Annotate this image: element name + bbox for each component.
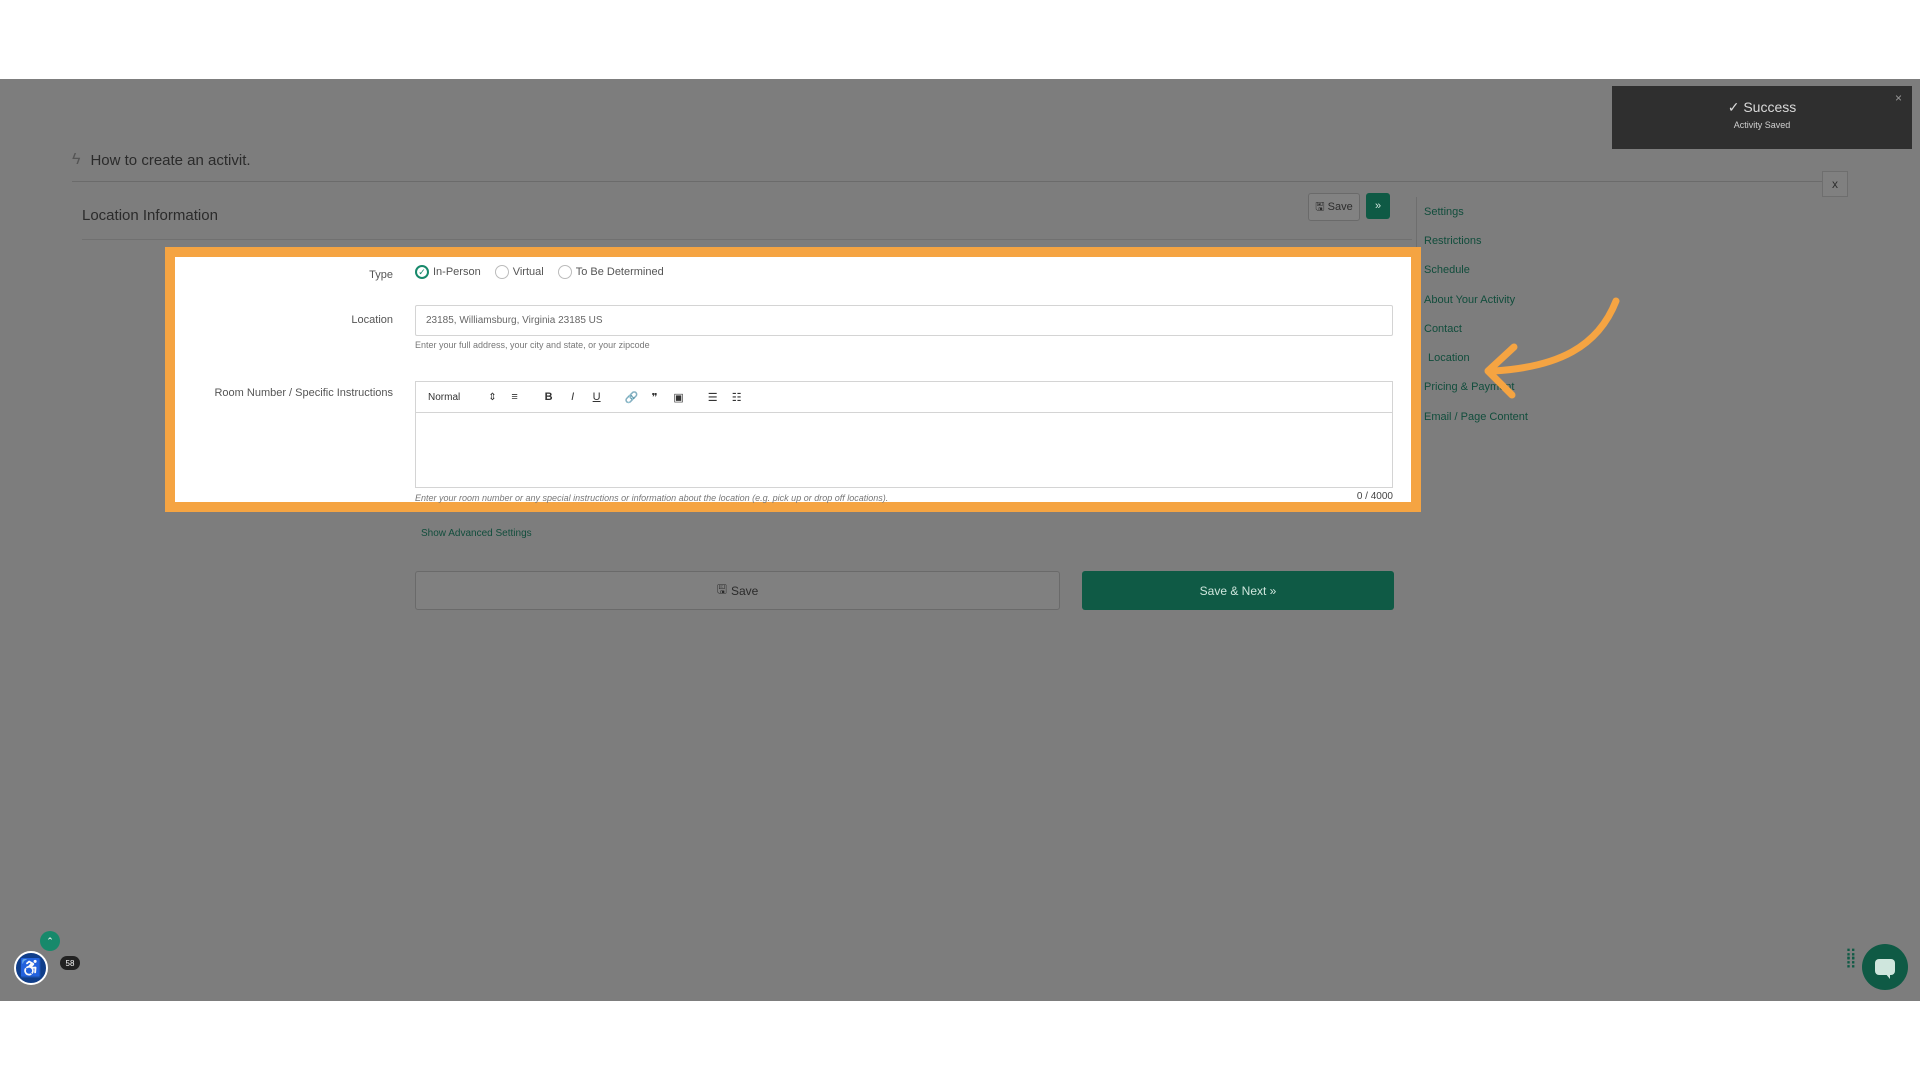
title-divider bbox=[72, 181, 1822, 182]
section-title: Location Information bbox=[82, 207, 218, 224]
bold-icon[interactable]: B bbox=[543, 391, 555, 403]
nav-item-schedule[interactable]: Schedule bbox=[1424, 264, 1470, 276]
toast-message: Activity Saved bbox=[1733, 120, 1791, 130]
underline-icon[interactable]: U bbox=[591, 391, 603, 403]
radio-virtual[interactable]: Virtual bbox=[494, 265, 544, 279]
radio-unchecked-icon bbox=[494, 265, 509, 279]
chat-bubble-icon bbox=[1875, 959, 1895, 979]
chat-button[interactable] bbox=[1862, 944, 1908, 990]
room-editor: Normal ⇕ ≡ B I U 🔗 ❞ ▣ ☰ ☷ bbox=[415, 381, 1393, 488]
text-style-select[interactable]: Normal ⇕ bbox=[428, 392, 497, 403]
room-help: Enter your room number or any special in… bbox=[415, 493, 889, 503]
top-save-button[interactable]: 🖫 Save bbox=[1308, 193, 1360, 221]
nav-item-settings[interactable]: Settings bbox=[1424, 206, 1464, 218]
radio-checked-icon: ✓ bbox=[415, 265, 429, 279]
page-title: How to create an activit. bbox=[90, 151, 251, 169]
align-icon[interactable]: ≡ bbox=[509, 391, 521, 403]
top-next-button[interactable]: » bbox=[1366, 193, 1390, 219]
notification-count-badge: 58 bbox=[60, 956, 80, 970]
bullet-list-icon[interactable]: ☷ bbox=[731, 391, 743, 404]
radio-in-person[interactable]: ✓ In-Person bbox=[415, 265, 481, 279]
success-toast: × ✓ Success Activity Saved bbox=[1612, 86, 1912, 149]
link-icon[interactable]: 🔗 bbox=[625, 391, 639, 404]
annotation-arrow-icon bbox=[1484, 297, 1620, 399]
room-label: Room Number / Specific Instructions bbox=[214, 387, 393, 399]
nav-item-email[interactable]: Email / Page Content bbox=[1424, 411, 1528, 423]
type-label: Type bbox=[369, 269, 393, 281]
save-button[interactable]: 🖫 Save bbox=[415, 571, 1060, 610]
radio-tbd[interactable]: To Be Determined bbox=[557, 265, 664, 279]
character-counter: 0 / 4000 bbox=[1356, 491, 1393, 502]
editor-content-area[interactable] bbox=[416, 413, 1392, 489]
nav-item-contact[interactable]: Contact bbox=[1424, 323, 1462, 335]
check-circle-icon: ✓ bbox=[1727, 99, 1740, 115]
app-badge-icon[interactable]: ⌃ bbox=[40, 931, 60, 951]
toast-close-icon[interactable]: × bbox=[1895, 91, 1902, 105]
quote-icon[interactable]: ❞ bbox=[649, 391, 661, 404]
nav-item-location[interactable]: Location bbox=[1428, 352, 1470, 364]
nav-item-restrictions[interactable]: Restrictions bbox=[1424, 235, 1481, 247]
select-arrows-icon: ⇕ bbox=[488, 391, 497, 403]
dimmed-app-area: × ✓ Success Activity Saved ϟ How to crea… bbox=[0, 79, 1920, 1001]
location-label: Location bbox=[351, 314, 393, 326]
save-next-button[interactable]: Save & Next » bbox=[1082, 571, 1394, 610]
location-help: Enter your full address, your city and s… bbox=[415, 340, 650, 350]
close-button[interactable]: x bbox=[1822, 171, 1848, 197]
image-icon[interactable]: ▣ bbox=[673, 391, 685, 404]
accessibility-icon[interactable]: ♿ bbox=[14, 951, 48, 985]
type-radio-group: ✓ In-Person Virtual To Be Determined bbox=[415, 265, 664, 279]
page-header: ϟ How to create an activit. bbox=[72, 151, 251, 169]
show-advanced-settings-link[interactable]: Show Advanced Settings bbox=[421, 528, 532, 539]
highlight-frame: Type ✓ In-Person Virtual To Be Determine… bbox=[165, 247, 1421, 512]
drag-handle-icon[interactable]: ⠿ ⠿ bbox=[1845, 949, 1857, 973]
toast-title: ✓ Success bbox=[1727, 99, 1797, 115]
save-icon: 🖫 bbox=[716, 582, 727, 596]
radio-unchecked-icon bbox=[557, 265, 572, 279]
save-icon: 🖫 bbox=[1315, 200, 1325, 213]
location-form-panel: Type ✓ In-Person Virtual To Be Determine… bbox=[175, 257, 1411, 503]
editor-toolbar: Normal ⇕ ≡ B I U 🔗 ❞ ▣ ☰ ☷ bbox=[416, 382, 1392, 413]
italic-icon[interactable]: I bbox=[567, 391, 579, 403]
bolt-icon: ϟ bbox=[72, 151, 81, 168]
ordered-list-icon[interactable]: ☰ bbox=[707, 391, 719, 404]
location-input[interactable]: 23185, Williamsburg, Virginia 23185 US bbox=[415, 305, 1393, 336]
section-divider bbox=[82, 239, 1412, 240]
